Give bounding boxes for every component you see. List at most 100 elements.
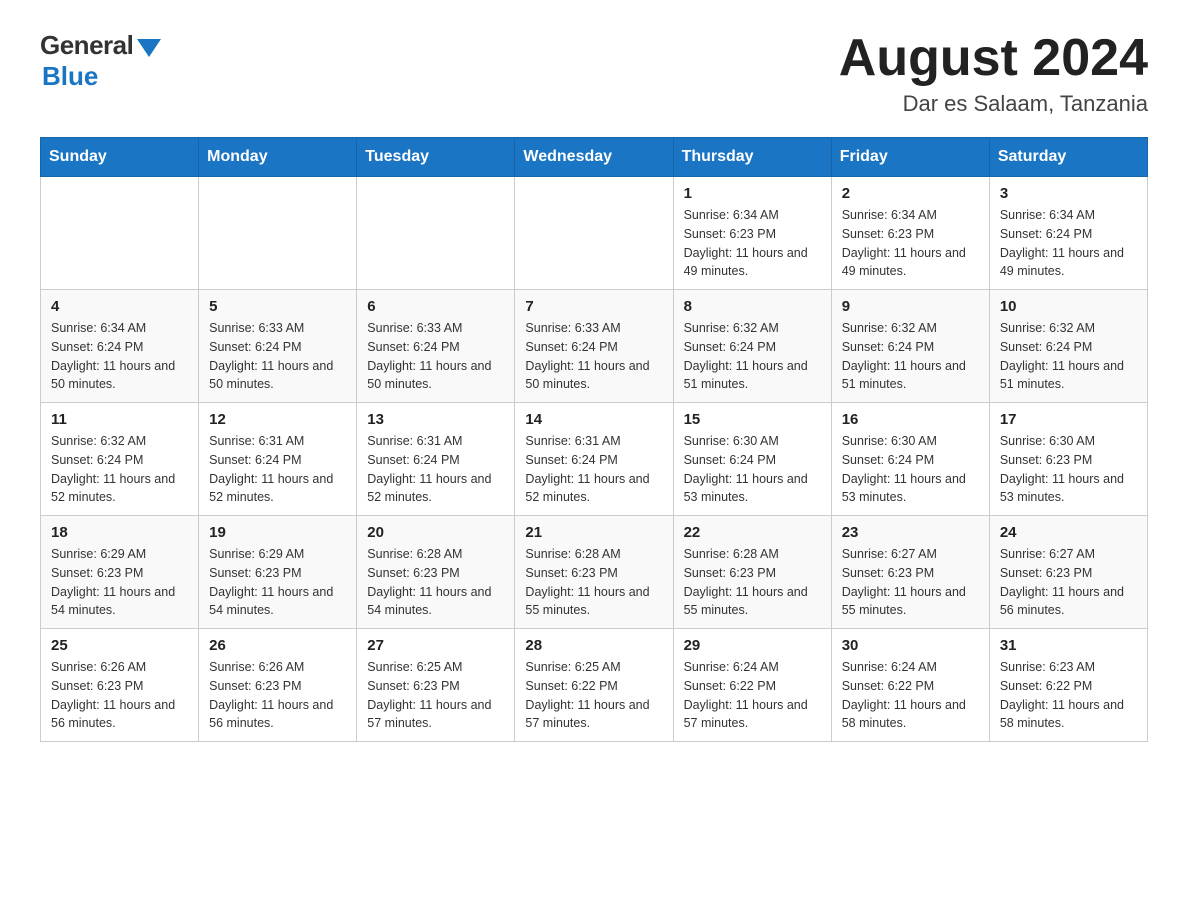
day-number: 4 <box>51 298 188 315</box>
weekday-header-thursday: Thursday <box>673 138 831 177</box>
day-number: 27 <box>367 637 504 654</box>
day-number: 8 <box>684 298 821 315</box>
calendar-cell <box>515 177 673 290</box>
location-text: Dar es Salaam, Tanzania <box>839 91 1148 117</box>
day-number: 25 <box>51 637 188 654</box>
day-number: 19 <box>209 524 346 541</box>
calendar-cell: 21 Sunrise: 6:28 AMSunset: 6:23 PMDayligh… <box>515 516 673 629</box>
day-info: Sunrise: 6:30 AMSunset: 6:24 PMDaylight:… <box>842 432 979 507</box>
day-number: 13 <box>367 411 504 428</box>
calendar-cell: 1Sunrise: 6:34 AMSunset: 6:23 PMDaylight… <box>673 177 831 290</box>
day-info: Sunrise: 6:34 AMSunset: 6:24 PMDaylight:… <box>51 319 188 394</box>
day-info: Sunrise: 6:32 AMSunset: 6:24 PMDaylight:… <box>842 319 979 394</box>
calendar-cell: 3 Sunrise: 6:34 AMSunset: 6:24 PMDaylight… <box>989 177 1147 290</box>
day-info: Sunrise: 6:34 AMSunset: 6:23 PMDaylight:… <box>684 206 821 281</box>
weekday-header-row: SundayMondayTuesdayWednesdayThursdayFrid… <box>41 138 1148 177</box>
calendar-cell: 25Sunrise: 6:26 AMSunset: 6:23 PMDayligh… <box>41 629 199 742</box>
weekday-header-friday: Friday <box>831 138 989 177</box>
calendar-cell: 27 Sunrise: 6:25 AMSunset: 6:23 PMDayligh… <box>357 629 515 742</box>
day-number: 30 <box>842 637 979 654</box>
logo-blue-text: Blue <box>42 61 98 92</box>
day-number: 14 <box>525 411 662 428</box>
calendar-cell: 19 Sunrise: 6:29 AMSunset: 6:23 PMDayligh… <box>199 516 357 629</box>
calendar-cell: 7 Sunrise: 6:33 AMSunset: 6:24 PMDaylight… <box>515 290 673 403</box>
day-number: 11 <box>51 411 188 428</box>
weekday-header-monday: Monday <box>199 138 357 177</box>
day-number: 6 <box>367 298 504 315</box>
day-number: 7 <box>525 298 662 315</box>
calendar-cell: 9 Sunrise: 6:32 AMSunset: 6:24 PMDaylight… <box>831 290 989 403</box>
day-info: Sunrise: 6:31 AMSunset: 6:24 PMDaylight:… <box>525 432 662 507</box>
day-number: 2 <box>842 185 979 202</box>
logo-arrow-icon <box>137 39 161 57</box>
calendar-cell: 11 Sunrise: 6:32 AMSunset: 6:24 PMDayligh… <box>41 403 199 516</box>
calendar-cell: 13 Sunrise: 6:31 AMSunset: 6:24 PMDayligh… <box>357 403 515 516</box>
day-info: Sunrise: 6:31 AMSunset: 6:24 PMDaylight:… <box>367 432 504 507</box>
calendar-table: SundayMondayTuesdayWednesdayThursdayFrid… <box>40 137 1148 742</box>
day-info: Sunrise: 6:25 AMSunset: 6:23 PMDaylight:… <box>367 658 504 733</box>
day-number: 15 <box>684 411 821 428</box>
calendar-cell: 20 Sunrise: 6:28 AMSunset: 6:23 PMDayligh… <box>357 516 515 629</box>
calendar-cell: 15 Sunrise: 6:30 AMSunset: 6:24 PMDayligh… <box>673 403 831 516</box>
day-info: Sunrise: 6:28 AMSunset: 6:23 PMDaylight:… <box>367 545 504 620</box>
calendar-cell: 23Sunrise: 6:27 AMSunset: 6:23 PMDayligh… <box>831 516 989 629</box>
day-number: 29 <box>684 637 821 654</box>
day-info: Sunrise: 6:30 AMSunset: 6:24 PMDaylight:… <box>684 432 821 507</box>
day-number: 24 <box>1000 524 1137 541</box>
weekday-header-tuesday: Tuesday <box>357 138 515 177</box>
calendar-cell: 31Sunrise: 6:23 AMSunset: 6:22 PMDayligh… <box>989 629 1147 742</box>
day-number: 26 <box>209 637 346 654</box>
day-number: 17 <box>1000 411 1137 428</box>
day-info: Sunrise: 6:28 AMSunset: 6:23 PMDaylight:… <box>525 545 662 620</box>
calendar-cell: 28Sunrise: 6:25 AMSunset: 6:22 PMDayligh… <box>515 629 673 742</box>
day-number: 22 <box>684 524 821 541</box>
day-info: Sunrise: 6:26 AMSunset: 6:23 PMDaylight:… <box>209 658 346 733</box>
day-info: Sunrise: 6:29 AMSunset: 6:23 PMDaylight:… <box>209 545 346 620</box>
title-section: August 2024 Dar es Salaam, Tanzania <box>839 30 1148 117</box>
calendar-cell <box>199 177 357 290</box>
day-number: 12 <box>209 411 346 428</box>
calendar-cell: 14 Sunrise: 6:31 AMSunset: 6:24 PMDayligh… <box>515 403 673 516</box>
calendar-cell: 5Sunrise: 6:33 AMSunset: 6:24 PMDaylight… <box>199 290 357 403</box>
week-row-3: 11 Sunrise: 6:32 AMSunset: 6:24 PMDayligh… <box>41 403 1148 516</box>
day-number: 18 <box>51 524 188 541</box>
week-row-5: 25 Sunrise: 6:26 AMSunset: 6:23 PMDayligh… <box>41 629 1148 742</box>
day-info: Sunrise: 6:32 AMSunset: 6:24 PMDaylight:… <box>51 432 188 507</box>
day-number: 20 <box>367 524 504 541</box>
calendar-cell: 2Sunrise: 6:34 AMSunset: 6:23 PMDaylight… <box>831 177 989 290</box>
day-info: Sunrise: 6:32 AMSunset: 6:24 PMDaylight:… <box>684 319 821 394</box>
day-info: Sunrise: 6:27 AMSunset: 6:23 PMDaylight:… <box>1000 545 1137 620</box>
day-number: 28 <box>525 637 662 654</box>
day-number: 21 <box>525 524 662 541</box>
weekday-header-saturday: Saturday <box>989 138 1147 177</box>
calendar-cell: 24 Sunrise: 6:27 AMSunset: 6:23 PMDayligh… <box>989 516 1147 629</box>
calendar-cell: 8 Sunrise: 6:32 AMSunset: 6:24 PMDaylight… <box>673 290 831 403</box>
calendar-cell: 17Sunrise: 6:30 AMSunset: 6:23 PMDayligh… <box>989 403 1147 516</box>
calendar-cell: 4 Sunrise: 6:34 AMSunset: 6:24 PMDaylight… <box>41 290 199 403</box>
week-row-1: 1Sunrise: 6:34 AMSunset: 6:23 PMDaylight… <box>41 177 1148 290</box>
day-info: Sunrise: 6:31 AMSunset: 6:24 PMDaylight:… <box>209 432 346 507</box>
day-number: 3 <box>1000 185 1137 202</box>
calendar-cell: 26 Sunrise: 6:26 AMSunset: 6:23 PMDayligh… <box>199 629 357 742</box>
day-info: Sunrise: 6:33 AMSunset: 6:24 PMDaylight:… <box>209 319 346 394</box>
logo: General Blue <box>40 30 161 92</box>
day-number: 10 <box>1000 298 1137 315</box>
day-info: Sunrise: 6:33 AMSunset: 6:24 PMDaylight:… <box>525 319 662 394</box>
calendar-cell: 29 Sunrise: 6:24 AMSunset: 6:22 PMDayligh… <box>673 629 831 742</box>
calendar-cell: 16 Sunrise: 6:30 AMSunset: 6:24 PMDayligh… <box>831 403 989 516</box>
day-number: 9 <box>842 298 979 315</box>
day-number: 23 <box>842 524 979 541</box>
calendar-cell: 22Sunrise: 6:28 AMSunset: 6:23 PMDayligh… <box>673 516 831 629</box>
day-info: Sunrise: 6:34 AMSunset: 6:24 PMDaylight:… <box>1000 206 1137 281</box>
calendar-cell: 12 Sunrise: 6:31 AMSunset: 6:24 PMDayligh… <box>199 403 357 516</box>
weekday-header-sunday: Sunday <box>41 138 199 177</box>
day-info: Sunrise: 6:24 AMSunset: 6:22 PMDaylight:… <box>684 658 821 733</box>
day-number: 31 <box>1000 637 1137 654</box>
day-info: Sunrise: 6:32 AMSunset: 6:24 PMDaylight:… <box>1000 319 1137 394</box>
month-title: August 2024 <box>839 30 1148 87</box>
calendar-cell: 6Sunrise: 6:33 AMSunset: 6:24 PMDaylight… <box>357 290 515 403</box>
day-number: 16 <box>842 411 979 428</box>
day-info: Sunrise: 6:29 AMSunset: 6:23 PMDaylight:… <box>51 545 188 620</box>
calendar-cell: 18 Sunrise: 6:29 AMSunset: 6:23 PMDayligh… <box>41 516 199 629</box>
calendar-cell <box>41 177 199 290</box>
